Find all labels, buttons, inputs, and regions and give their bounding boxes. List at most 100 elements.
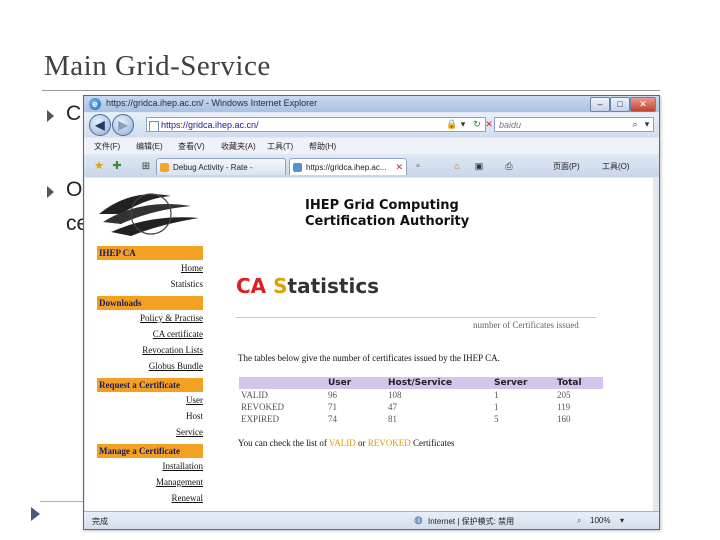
status-text: 完成	[92, 517, 108, 526]
nav-link-renewal[interactable]: Renewal	[172, 493, 204, 503]
close-button[interactable]: ✕	[630, 97, 656, 112]
quick-tabs-icon[interactable]: ⊞	[140, 159, 152, 174]
slide-title: Main Grid-Service	[44, 50, 271, 82]
tab-gridca[interactable]: https://gridca.ihep.ac... ✕	[289, 158, 407, 175]
table-header: Host/Service	[386, 377, 492, 389]
security-zone[interactable]: Internet | 保护模式: 禁用	[428, 516, 514, 527]
table-header: Server	[492, 377, 555, 389]
table-cell: 1	[494, 402, 499, 412]
menu-favorites[interactable]: 收藏夹(A)	[221, 141, 256, 152]
dropdown-icon[interactable]: ▾	[458, 117, 468, 132]
page-menu[interactable]: 页面(P)	[553, 161, 580, 172]
nav-section-ihep-ca: IHEP CA	[97, 246, 203, 260]
nav-link-revocation[interactable]: Revocation Lists	[142, 345, 203, 355]
menu-file[interactable]: 文件(F)	[94, 141, 120, 152]
title-divider	[42, 90, 660, 91]
maximize-button[interactable]: □	[610, 97, 630, 112]
site-title-line2: Certification Authority	[305, 214, 470, 229]
subheading: number of Certificates issued	[473, 320, 579, 330]
nav-link-installation[interactable]: Installation	[163, 461, 204, 471]
add-favorite-icon[interactable]: ✚	[110, 159, 124, 174]
menu-help[interactable]: 帮助(H)	[309, 141, 336, 152]
table-cell: 5	[494, 414, 499, 424]
tab-debug-activity[interactable]: Debug Activity - Rate -	[156, 158, 286, 175]
zoom-level[interactable]: 100%	[590, 516, 610, 525]
bullet-text-2: O	[66, 178, 83, 201]
table-cell: 160	[557, 414, 571, 424]
search-options-icon[interactable]: ▾	[642, 117, 652, 132]
nav-link-statistics[interactable]: Statistics	[170, 279, 203, 289]
lock-icon[interactable]: 🔒	[446, 117, 457, 132]
forward-button[interactable]: ▶	[112, 114, 134, 136]
site-title-line1: IHEP Grid Computing	[305, 198, 459, 213]
nav-link-user[interactable]: User	[186, 395, 203, 405]
globe-icon: ◍	[414, 515, 423, 526]
valid-link[interactable]: VALID	[329, 438, 356, 448]
minimize-button[interactable]: –	[590, 97, 610, 112]
bullet-arrow-icon	[47, 186, 54, 198]
table-cell: REVOKED	[241, 402, 284, 412]
menu-view[interactable]: 查看(V)	[178, 141, 205, 152]
table-cell: 74	[328, 414, 337, 424]
ihep-logo-icon	[99, 193, 199, 236]
table-cell: 1	[494, 390, 499, 400]
zoom-dropdown-icon[interactable]: ▾	[620, 516, 624, 525]
nav-link-home[interactable]: Home	[181, 263, 203, 273]
tab-bar: ★ ✚ ⊞ Debug Activity - Rate - https://gr…	[84, 155, 659, 177]
table-cell: VALID	[241, 390, 268, 400]
ie-logo-icon: e	[89, 98, 101, 110]
nav-link-ca-certificate[interactable]: CA certificate	[153, 329, 203, 339]
content-divider	[236, 317, 596, 318]
tab-label: Debug Activity - Rate -	[173, 163, 253, 172]
table-cell: EXPIRED	[241, 414, 279, 424]
favorites-star-icon[interactable]: ★	[92, 159, 106, 174]
statistics-table: User Host/Service Server Total VALID 96 …	[239, 377, 603, 425]
tab-favicon-icon	[293, 163, 302, 172]
footer-triangle-icon	[31, 507, 40, 521]
nav-section-downloads: Downloads	[97, 296, 203, 310]
nav-link-globus[interactable]: Globus Bundle	[149, 361, 203, 371]
table-cell: 81	[388, 414, 397, 424]
page-heading: CA Statistics	[236, 274, 379, 298]
nav-link-host[interactable]: Host	[186, 411, 203, 421]
table-header-row: User Host/Service Server Total	[239, 377, 603, 389]
heading-s: S	[273, 274, 288, 298]
menu-edit[interactable]: 编辑(E)	[136, 141, 163, 152]
nav-section-manage: Manage a Certificate	[97, 444, 203, 458]
heading-ca: CA	[236, 274, 267, 298]
table-row: VALID 96 108 1 205	[239, 389, 603, 401]
bullet-arrow-icon	[47, 110, 54, 122]
web-page: IHEP Grid Computing Certification Author…	[85, 178, 657, 511]
bullet-text-1: C	[66, 102, 82, 125]
tools-menu[interactable]: 工具(O)	[602, 161, 630, 172]
nav-link-service[interactable]: Service	[176, 427, 203, 437]
heading-rest: tatistics	[287, 274, 380, 298]
address-bar: ◀ ▶ https://gridca.ihep.ac.cn/ 🔒 ▾ ↻ ✕ b…	[84, 113, 659, 137]
nav-link-management[interactable]: Management	[156, 477, 203, 487]
vertical-scrollbar[interactable]	[653, 178, 657, 511]
new-tab-icon[interactable]: ▫	[411, 159, 425, 174]
menu-bar: 文件(F) 编辑(E) 查看(V) 收藏夹(A) 工具(T) 帮助(H)	[84, 138, 659, 154]
print-icon[interactable]: ⎙	[502, 159, 516, 174]
refresh-icon[interactable]: ↻	[471, 117, 483, 132]
tab-close-icon[interactable]: ✕	[395, 159, 403, 175]
feeds-icon[interactable]: ▣	[472, 159, 486, 174]
revoked-link[interactable]: REVOKED	[368, 438, 411, 448]
nav-link-policy[interactable]: Policy & Practise	[140, 313, 203, 323]
table-header	[239, 377, 326, 389]
page-icon	[149, 121, 159, 131]
table-row: EXPIRED 74 81 5 160	[239, 413, 603, 425]
tab-favicon-icon	[160, 163, 169, 172]
check-prefix: You can check the list of	[238, 438, 329, 448]
nav-section-request: Request a Certificate	[97, 378, 203, 392]
table-cell: 96	[328, 390, 337, 400]
home-icon[interactable]: ⌂	[450, 159, 464, 174]
search-icon[interactable]: ⌕	[629, 117, 641, 132]
menu-tools[interactable]: 工具(T)	[267, 141, 293, 152]
address-text: https://gridca.ihep.ac.cn/	[161, 120, 259, 130]
stop-icon[interactable]: ✕	[484, 117, 494, 132]
check-list-text: You can check the list of VALID or REVOK…	[238, 438, 454, 448]
address-input[interactable]: https://gridca.ihep.ac.cn/	[146, 117, 486, 132]
tab-label: https://gridca.ihep.ac...	[306, 163, 387, 172]
back-button[interactable]: ◀	[89, 114, 111, 136]
